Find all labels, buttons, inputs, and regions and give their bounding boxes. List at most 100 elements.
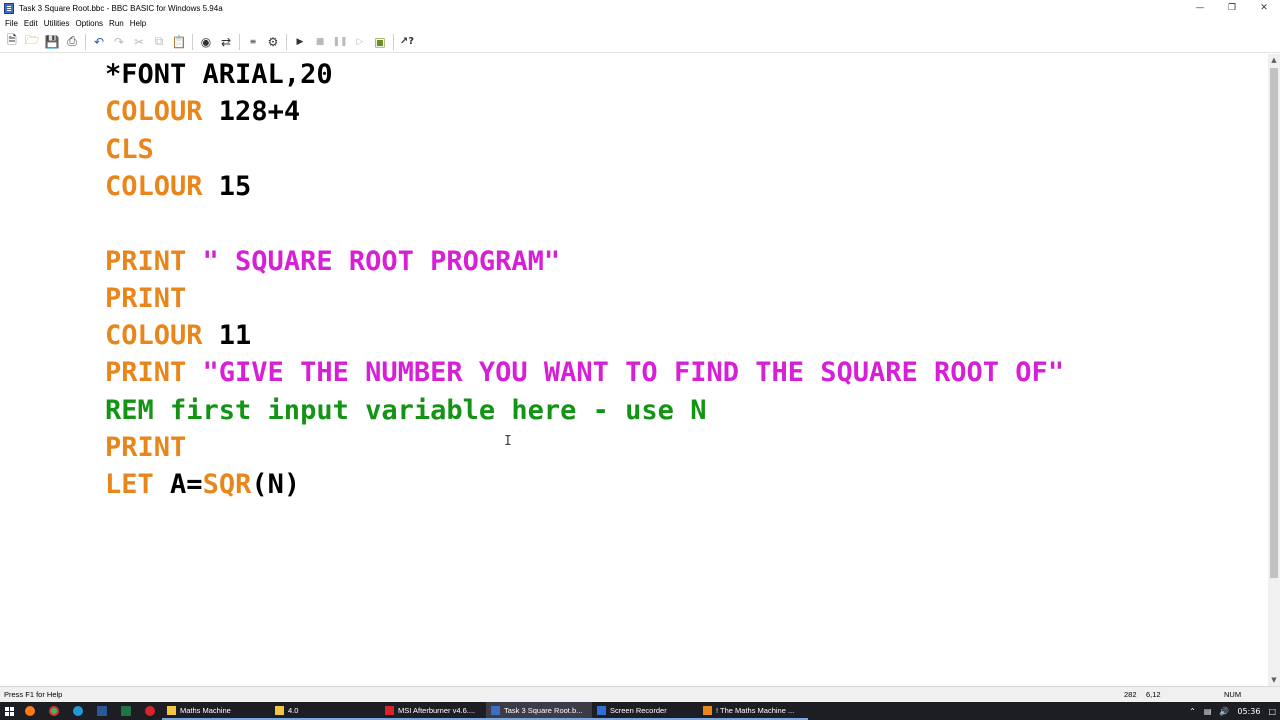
code-line[interactable]: COLOUR 128+4 [105,93,300,130]
app-icon [703,705,712,715]
open-folder-icon[interactable]: 🗁 [22,32,42,52]
taskbar-app-label: Maths Machine [180,705,231,715]
scroll-down-icon[interactable]: ▼ [1268,674,1280,686]
code-token: COLOUR [105,170,203,202]
app-icon [167,705,176,715]
code-token: PRINT [105,432,187,463]
chrome-icon[interactable] [42,702,66,720]
step-icon[interactable]: ▷ [350,32,370,52]
renumber-icon[interactable]: ≡ [243,32,263,52]
taskbar-app[interactable]: Maths Machine [162,702,270,720]
record-icon[interactable] [138,702,162,720]
edge-icon[interactable] [66,702,90,720]
window-title: Task 3 Square Root.bbc - BBC BASIC for W… [19,3,223,13]
find-icon[interactable]: ◉ [196,32,216,52]
status-bar: Press F1 for Help 282 6,12 NUM [0,686,1280,702]
scroll-up-icon[interactable]: ▲ [1268,54,1280,66]
save-icon[interactable]: 💾 [42,32,62,52]
firefox-icon[interactable] [18,702,42,720]
menu-file[interactable]: File [2,19,21,28]
close-icon[interactable]: ✕ [1248,0,1280,16]
taskbar-app[interactable]: MSI Afterburner v4.6.... [380,702,486,720]
status-line-col: 6,12 [1146,690,1161,699]
stop-icon[interactable]: ■ [310,32,330,52]
print-icon[interactable]: ⎙ [62,32,82,52]
code-token: PRINT [105,357,187,389]
run-icon[interactable]: ▶ [290,32,310,52]
status-numlock: NUM [1224,690,1242,699]
taskbar-app[interactable]: 4.0 [270,702,380,720]
code-token: COLOUR [105,96,203,128]
compile-icon[interactable]: ⚙ [263,32,283,52]
code-line[interactable]: CLS [105,131,154,168]
taskbar-apps: Maths Machine 4.0 MSI Afterburner v4.6....… [162,702,808,720]
code-line[interactable]: PRINT " SQUARE ROOT PROGRAM" [105,243,560,280]
window-controls: — ❐ ✕ [1184,0,1280,16]
word-icon[interactable] [90,702,114,720]
notifications-icon[interactable]: □ [1268,707,1276,716]
immediate-mode-icon[interactable]: ▣ [370,32,390,52]
restore-icon[interactable]: ❐ [1216,0,1248,16]
code-line[interactable]: COLOUR 15 [105,168,251,205]
toolbar-separator [192,33,193,50]
menu-options[interactable]: Options [72,19,106,28]
context-help-icon[interactable]: ↗? [397,32,417,52]
taskbar-app-label: ! The Maths Machine ... [716,705,795,715]
bbc-basic-app-icon [4,2,14,14]
app-icon [491,705,500,715]
toolbar: 🗎 🗁 💾 ⎙ ↶ ↷ ✂ ⧉ 📋 ◉ ⇄ ≡ ⚙ ▶ ■ ❚❚ ▷ ▣ ↗? [0,31,1280,53]
app-icon [275,705,284,715]
chevron-up-icon[interactable]: ⌃ [1189,707,1196,716]
taskbar-app-label: Screen Recorder [610,705,667,715]
volume-icon[interactable]: 🔊 [1219,707,1229,716]
code-token: (N) [251,469,301,501]
toolbar-separator [85,33,86,50]
excel-icon[interactable] [114,702,138,720]
code-line[interactable]: PRINT [105,280,186,317]
vertical-scrollbar[interactable]: ▲ ▼ [1268,54,1280,686]
minimize-icon[interactable]: — [1184,0,1216,16]
taskbar-app-label: Task 3 Square Root.b... [504,705,583,715]
app-icon [597,705,606,715]
code-line[interactable]: COLOUR 11 [105,317,251,354]
new-file-icon[interactable]: 🗎 [2,32,22,52]
pause-icon[interactable]: ❚❚ [330,32,350,52]
code-token: CLS [105,133,154,165]
code-token: LET [105,469,154,501]
redo-icon[interactable]: ↷ [109,32,129,52]
copy-icon[interactable]: ⧉ [149,32,169,52]
windows-logo-icon [4,706,14,716]
network-icon[interactable]: ▤ [1204,707,1212,716]
code-line[interactable]: PRINT [105,429,186,466]
code-line[interactable]: LET A=SQR(N) [105,466,300,503]
replace-icon[interactable]: ⇄ [216,32,236,52]
app-icon [385,705,394,715]
menu-help[interactable]: Help [127,19,149,28]
taskbar-app[interactable]: Task 3 Square Root.b... [486,702,592,720]
status-hint: Press F1 for Help [4,690,63,699]
scrollbar-thumb[interactable] [1270,68,1278,578]
code-token: A= [153,469,203,501]
code-token: 128+4 [202,96,301,128]
menu-bar: File Edit Utilities Options Run Help [0,16,1280,31]
undo-icon[interactable]: ↶ [89,32,109,52]
start-button[interactable] [0,702,18,720]
taskbar-app[interactable]: Screen Recorder [592,702,698,720]
code-token: 15 [202,170,252,202]
toolbar-separator [286,33,287,50]
paste-icon[interactable]: 📋 [169,32,189,52]
code-line[interactable]: REM first input variable here - use N [105,392,706,429]
code-line[interactable]: *FONT ARIAL,20 [105,56,333,93]
menu-edit[interactable]: Edit [21,19,41,28]
cut-icon[interactable]: ✂ [129,32,149,52]
code-line[interactable]: PRINT "GIVE THE NUMBER YOU WANT TO FIND … [105,354,1064,391]
menu-utilities[interactable]: Utilities [41,19,73,28]
menu-run[interactable]: Run [106,19,127,28]
code-token: COLOUR [105,320,203,352]
clock[interactable]: 05:36 [1237,707,1260,716]
taskbar-app[interactable]: ! The Maths Machine ... [698,702,808,720]
code-editor[interactable]: *FONT ARIAL,20 COLOUR 128+4 CLS COLOUR 15 PR… [0,54,1268,686]
system-tray: ⌃ ▤ 🔊 05:36 □ [1185,702,1280,720]
code-token: REM first input variable here - use N [105,394,707,426]
code-token: PRINT [105,282,187,314]
